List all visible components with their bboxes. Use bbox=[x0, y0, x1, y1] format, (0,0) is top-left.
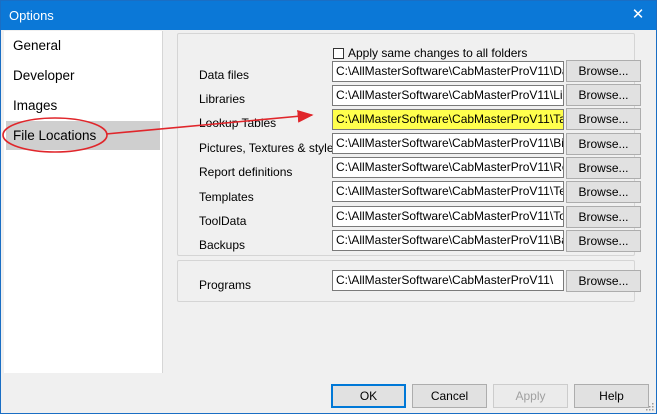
title-bar: Options ✕ bbox=[1, 1, 656, 30]
lookup-tables-label: Lookup Tables bbox=[199, 116, 277, 130]
data-files-path-input[interactable]: C:\AllMasterSoftware\CabMasterProV11\Dat… bbox=[332, 61, 564, 82]
programs-label: Programs bbox=[199, 278, 252, 292]
pictures-path-input[interactable]: C:\AllMasterSoftware\CabMasterProV11\Bit… bbox=[332, 133, 564, 154]
close-icon[interactable]: ✕ bbox=[620, 1, 656, 30]
apply-all-checkbox[interactable] bbox=[333, 47, 344, 59]
programs-path-input[interactable]: C:\AllMasterSoftware\CabMasterProV11\ bbox=[332, 270, 564, 291]
tooldata-browse-button[interactable]: Browse... bbox=[566, 206, 641, 228]
tooldata-label: ToolData bbox=[199, 214, 247, 228]
report-definitions-label: Report definitions bbox=[199, 165, 293, 179]
apply-all-checkbox-row[interactable]: Apply same changes to all folders bbox=[333, 45, 527, 61]
ok-button[interactable]: OK bbox=[331, 384, 406, 408]
lookup-tables-path-input[interactable]: C:\AllMasterSoftware\CabMasterProV11\Tab… bbox=[332, 109, 564, 130]
sidebar-item-developer[interactable]: Developer bbox=[6, 63, 160, 89]
templates-browse-button[interactable]: Browse... bbox=[566, 181, 641, 203]
backups-browse-button[interactable]: Browse... bbox=[566, 230, 641, 252]
window-title: Options bbox=[9, 8, 54, 23]
options-sidebar: General Developer Images File Locations bbox=[4, 31, 162, 373]
apply-all-label: Apply same changes to all folders bbox=[348, 46, 528, 60]
report-definitions-path-input[interactable]: C:\AllMasterSoftware\CabMasterProV11\Rep… bbox=[332, 157, 564, 178]
pictures-browse-button[interactable]: Browse... bbox=[566, 133, 641, 155]
programs-browse-button[interactable]: Browse... bbox=[566, 270, 641, 292]
libraries-browse-button[interactable]: Browse... bbox=[566, 84, 641, 106]
templates-label: Templates bbox=[199, 190, 254, 204]
cancel-button[interactable]: Cancel bbox=[412, 384, 487, 408]
resize-grip-icon[interactable] bbox=[644, 401, 654, 411]
programs-group: Programs C:\AllMasterSoftware\CabMasterP… bbox=[177, 260, 641, 302]
backups-label: Backups bbox=[199, 238, 246, 252]
libraries-path-input[interactable]: C:\AllMasterSoftware\CabMasterProV11\Lib… bbox=[332, 85, 564, 106]
locations-group: Apply same changes to all folders Data f… bbox=[177, 33, 641, 256]
sidebar-item-images[interactable]: Images bbox=[6, 93, 160, 119]
report-definitions-browse-button[interactable]: Browse... bbox=[566, 157, 641, 179]
data-files-browse-button[interactable]: Browse... bbox=[566, 60, 641, 82]
lookup-tables-browse-button[interactable]: Browse... bbox=[566, 108, 641, 130]
tooldata-path-input[interactable]: C:\AllMasterSoftware\CabMasterProV11\Too… bbox=[332, 206, 564, 227]
libraries-label: Libraries bbox=[199, 92, 246, 106]
help-button[interactable]: Help bbox=[574, 384, 649, 408]
backups-path-input[interactable]: C:\AllMasterSoftware\CabMasterProV11\Bac… bbox=[332, 230, 564, 251]
templates-path-input[interactable]: C:\AllMasterSoftware\CabMasterProV11\Tem… bbox=[332, 181, 564, 202]
pictures-label: Pictures, Textures & styles bbox=[199, 141, 340, 155]
sidebar-item-file-locations[interactable]: File Locations bbox=[6, 121, 160, 150]
options-dialog: Options ✕ General Developer Images File … bbox=[0, 0, 657, 414]
data-files-label: Data files bbox=[199, 68, 250, 82]
file-locations-panel: Apply same changes to all folders Data f… bbox=[162, 31, 656, 373]
apply-button[interactable]: Apply bbox=[493, 384, 568, 408]
sidebar-item-general[interactable]: General bbox=[6, 33, 160, 59]
